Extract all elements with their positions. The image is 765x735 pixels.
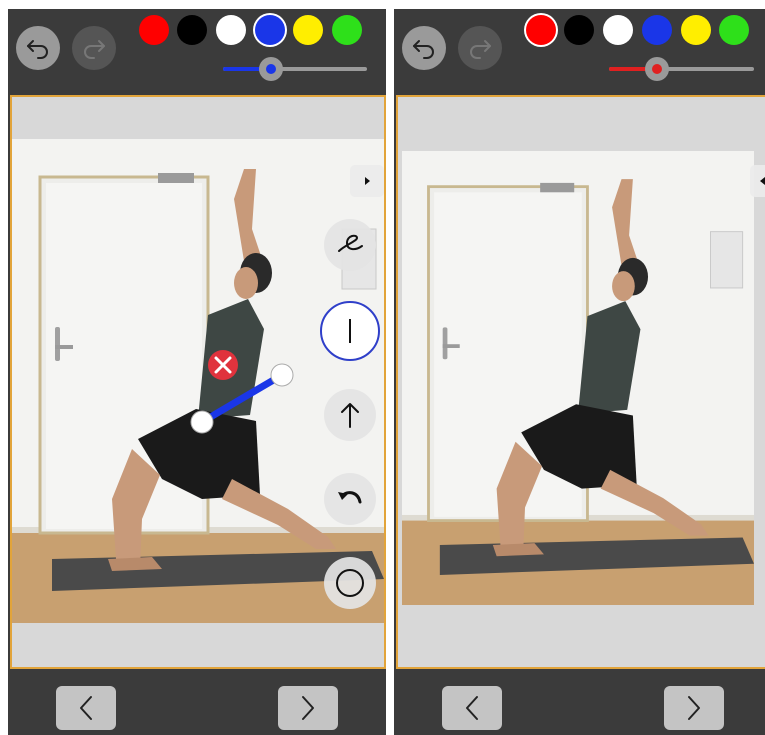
chevron-left-icon: [466, 696, 478, 720]
circle-tool-button[interactable]: [324, 557, 376, 609]
top-toolbar: [394, 9, 765, 95]
tools-panel-toggle[interactable]: [350, 165, 384, 197]
undo-button[interactable]: [402, 26, 446, 70]
color-swatch-white[interactable]: [216, 15, 246, 45]
stroke-width-slider-thumb[interactable]: [259, 57, 283, 81]
stroke-width-slider-thumb-dot: [652, 64, 662, 74]
redo-arrow-icon: [84, 40, 105, 59]
drawing-canvas[interactable]: [396, 95, 765, 669]
color-swatch-red[interactable]: [526, 15, 556, 45]
stroke-width-slider[interactable]: [609, 57, 754, 81]
line-endpoint-handle-start[interactable]: [190, 410, 214, 434]
yoga-photo: [402, 151, 754, 605]
bottom-navigation: [394, 669, 765, 735]
color-swatch-yellow[interactable]: [293, 15, 323, 45]
circle-outline-icon: [336, 569, 364, 597]
undo-arrow-icon: [413, 40, 434, 59]
color-swatch-blue[interactable]: [642, 15, 672, 45]
color-swatch-white[interactable]: [603, 15, 633, 45]
phone-screen-right: [394, 9, 765, 735]
line-endpoint-handle-end[interactable]: [270, 363, 294, 387]
top-toolbar: [8, 9, 386, 95]
up-arrow-icon: [341, 403, 359, 428]
stroke-width-slider-thumb[interactable]: [645, 57, 669, 81]
color-swatch-yellow[interactable]: [681, 15, 711, 45]
tools-panel-toggle[interactable]: [750, 165, 765, 197]
next-button[interactable]: [278, 686, 338, 730]
loop-scribble-icon: [338, 234, 363, 252]
undo-stroke-tool-button[interactable]: [324, 473, 376, 525]
next-button[interactable]: [664, 686, 724, 730]
color-swatch-green[interactable]: [719, 15, 749, 45]
stroke-width-slider-thumb-dot: [266, 64, 276, 74]
previous-button[interactable]: [56, 686, 116, 730]
freehand-tool-button[interactable]: [324, 219, 376, 271]
arrow-tool-button[interactable]: [324, 389, 376, 441]
previous-button[interactable]: [442, 686, 502, 730]
color-swatch-red[interactable]: [139, 15, 169, 45]
redo-button[interactable]: [458, 26, 502, 70]
drawn-line-segment[interactable]: [198, 371, 286, 426]
line-tool-button[interactable]: [320, 301, 380, 361]
stroke-width-slider[interactable]: [223, 57, 367, 81]
color-swatch-blue[interactable]: [255, 15, 285, 45]
delete-line-button[interactable]: [208, 350, 238, 380]
color-swatch-black[interactable]: [177, 15, 207, 45]
chevron-right-icon: [302, 696, 314, 720]
undo-button[interactable]: [16, 26, 60, 70]
color-swatch-black[interactable]: [564, 15, 594, 45]
redo-arrow-icon: [470, 40, 491, 59]
bottom-navigation: [8, 669, 386, 735]
drawing-canvas[interactable]: [10, 95, 386, 669]
caret-left-icon: [760, 177, 765, 185]
chevron-left-icon: [80, 696, 92, 720]
undo-arrow-icon: [27, 40, 48, 59]
color-swatch-green[interactable]: [332, 15, 362, 45]
redo-button[interactable]: [72, 26, 116, 70]
yoga-photo-scene: [402, 151, 754, 605]
vertical-line-icon: [349, 319, 351, 343]
phone-screen-left: [8, 9, 386, 735]
curved-undo-icon: [338, 491, 362, 504]
caret-right-icon: [365, 177, 370, 185]
chevron-right-icon: [688, 696, 700, 720]
